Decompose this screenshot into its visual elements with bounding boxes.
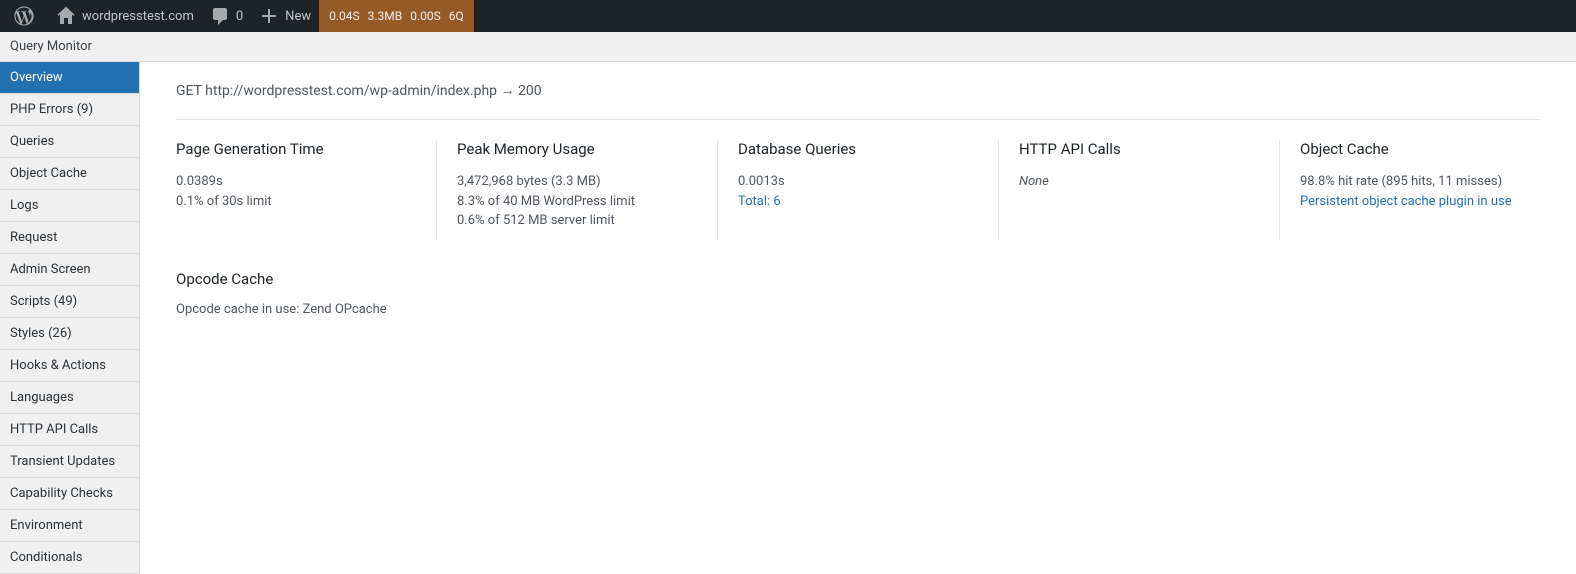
sidebar-item-environment[interactable]: Environment (0, 510, 139, 542)
panel-note: 8.3% of 40 MB WordPress limit (457, 192, 697, 212)
panel-title: Database Queries (738, 140, 978, 158)
qm-stat-dbtime: 0.00S (410, 9, 441, 23)
new-content-link[interactable]: New (251, 0, 319, 32)
sidebar-item-logs[interactable]: Logs (0, 190, 139, 222)
request-line: GET http://wordpresstest.com/wp-admin/in… (176, 82, 1540, 120)
qm-main: GET http://wordpresstest.com/wp-admin/in… (140, 62, 1576, 574)
qm-stat-queries: 6Q (449, 9, 464, 23)
panel-value: None (1019, 172, 1259, 192)
panel-object-cache: Object Cache 98.8% hit rate (895 hits, 1… (1280, 140, 1540, 240)
sidebar-item-php-errors[interactable]: PHP Errors (9) (0, 94, 139, 126)
sidebar-item-label: Capability Checks (10, 486, 113, 501)
panel-note: 0.1% of 30s limit (176, 192, 416, 212)
sidebar-item-label: Queries (10, 134, 54, 149)
opcode-title: Opcode Cache (176, 270, 1540, 288)
qm-stat-time: 0.04S (329, 9, 360, 23)
wp-logo[interactable] (6, 0, 48, 32)
panel-value: 3,472,968 bytes (3.3 MB) (457, 172, 697, 192)
opcode-value: Opcode cache in use: Zend OPcache (176, 302, 1540, 317)
sidebar-item-request[interactable]: Request (0, 222, 139, 254)
site-name-link[interactable]: wordpresstest.com (48, 0, 202, 32)
object-cache-link[interactable]: Persistent object cache plugin in use (1300, 194, 1512, 209)
qm-wrap: Overview PHP Errors (9) Queries Object C… (0, 62, 1576, 574)
panel-title: Object Cache (1300, 140, 1540, 158)
qm-panel-title: Query Monitor (0, 32, 1576, 62)
sidebar-item-label: Transient Updates (10, 454, 115, 469)
sidebar-item-overview[interactable]: Overview (0, 62, 139, 94)
panel-memory: Peak Memory Usage 3,472,968 bytes (3.3 M… (437, 140, 718, 240)
panel-title: Peak Memory Usage (457, 140, 697, 158)
sidebar-item-styles[interactable]: Styles (26) (0, 318, 139, 350)
sidebar-item-label: PHP Errors (9) (10, 102, 93, 117)
sidebar-item-label: Overview (10, 70, 63, 85)
sidebar-item-object-cache[interactable]: Object Cache (0, 158, 139, 190)
sidebar-item-transient-updates[interactable]: Transient Updates (0, 446, 139, 478)
panel-db-queries: Database Queries 0.0013s Total: 6 (718, 140, 999, 240)
site-name-text: wordpresstest.com (82, 9, 194, 24)
panel-value: 0.0013s (738, 172, 978, 192)
sidebar-item-scripts[interactable]: Scripts (49) (0, 286, 139, 318)
sidebar-item-capability-checks[interactable]: Capability Checks (0, 478, 139, 510)
opcode-section: Opcode Cache Opcode cache in use: Zend O… (176, 270, 1540, 317)
comments-link[interactable]: 0 (202, 0, 251, 32)
sidebar-item-admin-screen[interactable]: Admin Screen (0, 254, 139, 286)
plus-icon (259, 6, 279, 26)
sidebar-item-label: Admin Screen (10, 262, 91, 277)
sidebar-item-label: HTTP API Calls (10, 422, 98, 437)
sidebar-item-label: Styles (26) (10, 326, 72, 341)
sidebar-item-label: Logs (10, 198, 38, 213)
sidebar-item-label: Environment (10, 518, 83, 533)
sidebar-item-conditionals[interactable]: Conditionals (0, 542, 139, 574)
panel-http-api: HTTP API Calls None (999, 140, 1280, 240)
sidebar-item-hooks-actions[interactable]: Hooks & Actions (0, 350, 139, 382)
panel-note: 0.6% of 512 MB server limit (457, 211, 697, 231)
overview-panels: Page Generation Time 0.0389s 0.1% of 30s… (176, 140, 1540, 240)
sidebar-item-label: Languages (10, 390, 74, 405)
sidebar-item-http-api[interactable]: HTTP API Calls (0, 414, 139, 446)
sidebar-item-label: Scripts (49) (10, 294, 77, 309)
sidebar-item-languages[interactable]: Languages (0, 382, 139, 414)
qm-admin-bar-stats[interactable]: 0.04S 3.3MB 0.00S 6Q (319, 0, 474, 32)
sidebar-item-queries[interactable]: Queries (0, 126, 139, 158)
panel-value: 98.8% hit rate (895 hits, 11 misses) (1300, 172, 1540, 192)
sidebar-item-label: Object Cache (10, 166, 87, 181)
panel-title: Page Generation Time (176, 140, 416, 158)
wordpress-icon (14, 6, 34, 26)
wp-admin-bar: wordpresstest.com 0 New 0.04S 3.3MB 0.00… (0, 0, 1576, 32)
panel-value: 0.0389s (176, 172, 416, 192)
panel-title: HTTP API Calls (1019, 140, 1259, 158)
panel-page-generation: Page Generation Time 0.0389s 0.1% of 30s… (176, 140, 437, 240)
sidebar-item-label: Request (10, 230, 57, 245)
home-icon (56, 6, 76, 26)
db-total-link[interactable]: Total: 6 (738, 194, 781, 209)
comments-count: 0 (236, 9, 243, 24)
qm-sidebar: Overview PHP Errors (9) Queries Object C… (0, 62, 140, 574)
sidebar-item-label: Hooks & Actions (10, 358, 106, 373)
new-label: New (285, 9, 311, 24)
comment-icon (210, 6, 230, 26)
qm-stat-memory: 3.3MB (368, 9, 403, 23)
